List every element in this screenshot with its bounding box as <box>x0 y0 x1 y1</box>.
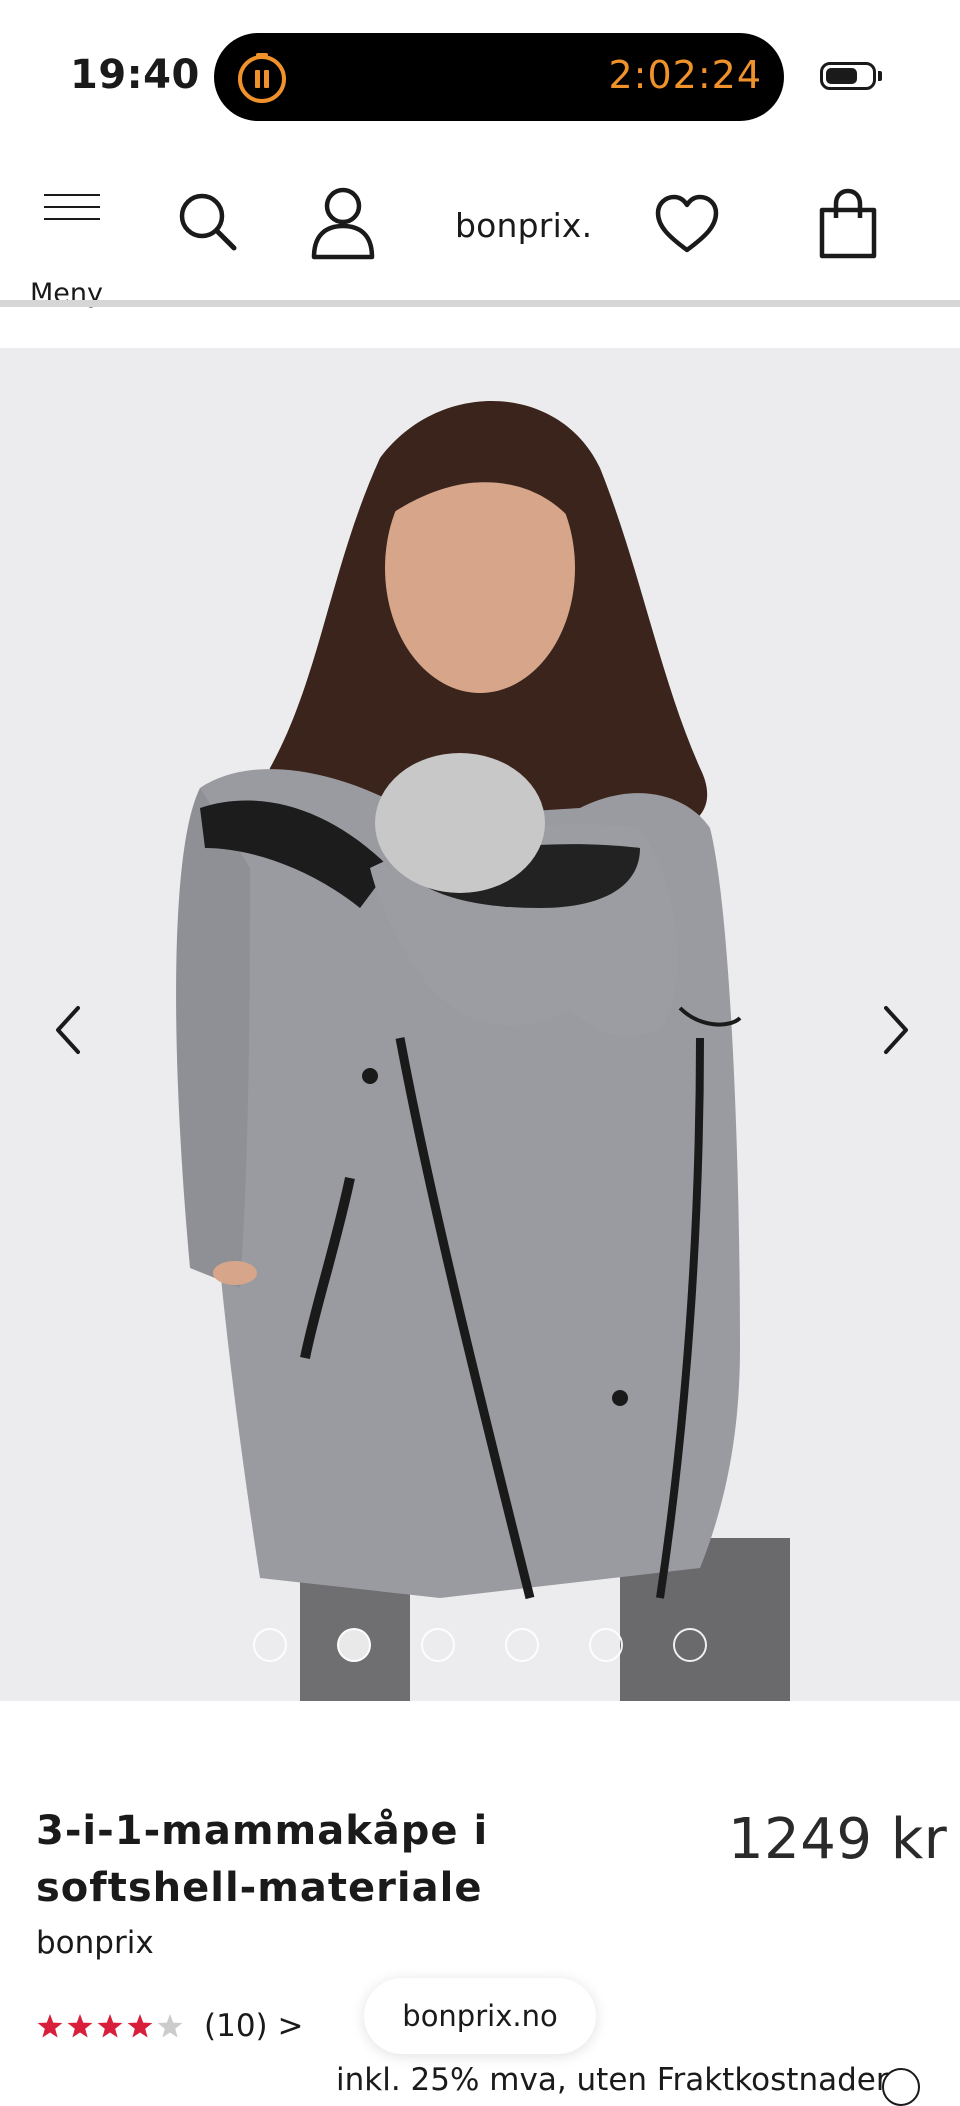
gallery-next-arrow-icon[interactable] <box>870 1000 920 1060</box>
header-divider <box>0 300 960 307</box>
hamburger-icon <box>44 194 100 222</box>
clock-time: 19:40 <box>70 52 200 98</box>
star-filled-icon <box>127 2014 153 2038</box>
star-empty-icon <box>157 2014 183 2038</box>
gallery-pagination <box>0 1628 960 1668</box>
gallery-previous-arrow-icon[interactable] <box>44 1000 94 1060</box>
battery-icon <box>820 62 876 90</box>
account-icon[interactable] <box>310 186 376 260</box>
star-filled-icon <box>67 2014 93 2038</box>
vat-note: inkl. 25% mva, uten Fraktkostnader <box>336 2062 889 2098</box>
status-bar: 19:40 2:02:24 <box>0 0 960 150</box>
timer-icon <box>238 53 286 103</box>
product-image-gallery[interactable] <box>0 348 960 1701</box>
product-photo <box>0 348 960 1701</box>
menu-button[interactable]: Meny <box>30 194 110 309</box>
rating-stars[interactable] <box>36 2010 186 2044</box>
site-header: Meny bonprix. <box>0 150 960 309</box>
wishlist-heart-icon[interactable] <box>654 194 720 254</box>
gallery-dot[interactable] <box>505 1628 539 1662</box>
product-brand[interactable]: bonprix <box>36 1925 154 1961</box>
star-filled-icon <box>97 2014 123 2038</box>
product-title: 3-i-1-mammakåpe i softshell-materiale <box>36 1808 489 1911</box>
battery-tip <box>878 71 882 81</box>
timer-readout: 2:02:24 <box>608 53 762 97</box>
gallery-dot[interactable] <box>253 1628 287 1662</box>
info-icon[interactable] <box>882 2068 920 2106</box>
bonprix-logo[interactable]: bonprix. <box>455 206 592 245</box>
search-icon[interactable] <box>176 190 240 254</box>
gallery-dot[interactable] <box>337 1628 371 1662</box>
browser-url-pill[interactable]: bonprix.no <box>364 1978 596 2054</box>
product-price: 1249 kr <box>728 1807 948 1872</box>
gallery-dot[interactable] <box>673 1628 707 1662</box>
rating-count-link[interactable]: (10) > <box>204 2008 303 2044</box>
dynamic-island[interactable]: 2:02:24 <box>214 33 784 121</box>
gallery-dot[interactable] <box>421 1628 455 1662</box>
shopping-bag-icon[interactable] <box>816 188 880 260</box>
battery-level <box>826 68 857 84</box>
star-filled-icon <box>37 2014 63 2038</box>
gallery-dot[interactable] <box>589 1628 623 1662</box>
